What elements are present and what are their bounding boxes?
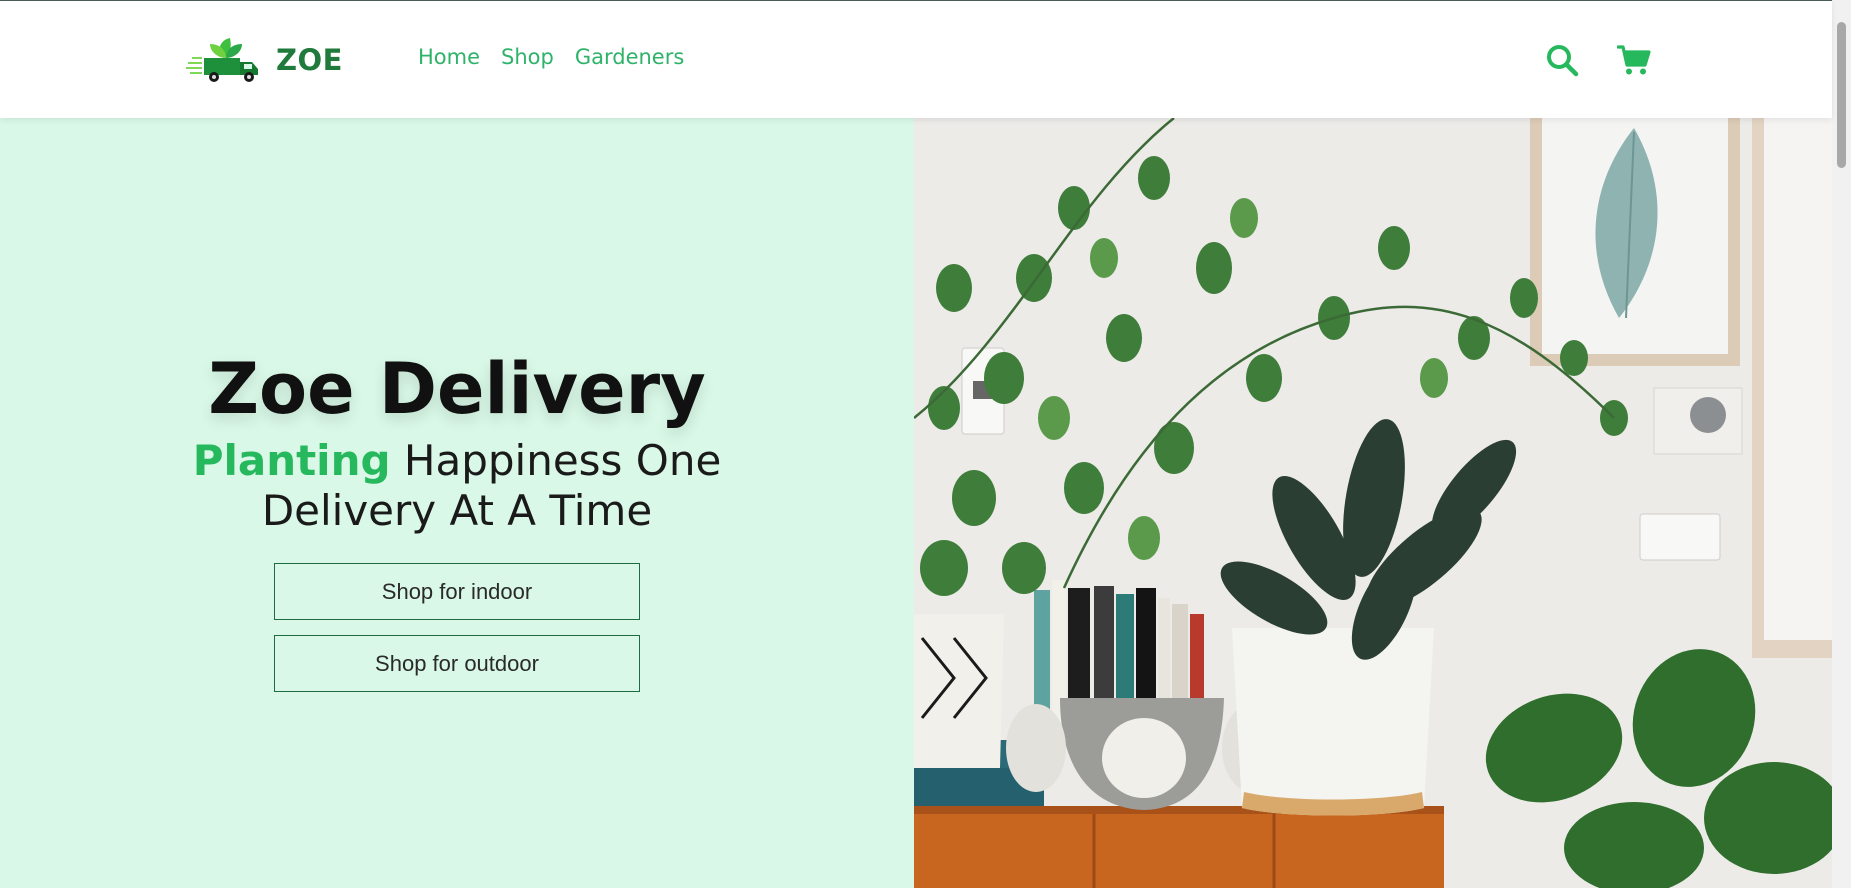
scrollbar-thumb[interactable] xyxy=(1837,22,1846,168)
hero-section: Zoe Delivery Planting Happiness One Deli… xyxy=(0,118,914,888)
brand-name: ZOE xyxy=(276,43,343,77)
brand-logo[interactable]: ZOE xyxy=(186,36,343,84)
hero-subtitle-accent: Planting xyxy=(192,436,391,485)
hero-subtitle: Planting Happiness One Delivery At A Tim… xyxy=(190,436,724,536)
search-icon xyxy=(1547,45,1579,77)
cart-button[interactable] xyxy=(1616,43,1651,77)
shop-outdoor-button[interactable]: Shop for outdoor xyxy=(274,635,640,692)
nav-link-gardeners[interactable]: Gardeners xyxy=(575,45,684,69)
nav-link-shop[interactable]: Shop xyxy=(501,45,554,69)
navbar: ZOE Home Shop Gardeners xyxy=(0,1,1832,118)
hero-image xyxy=(914,118,1832,888)
search-button[interactable] xyxy=(1545,43,1579,77)
cart-icon xyxy=(1616,45,1651,75)
plants-photo xyxy=(914,118,1832,888)
page-scrollbar[interactable] xyxy=(1832,0,1851,888)
nav-link-home[interactable]: Home xyxy=(418,45,480,69)
delivery-truck-leaf-logo-icon xyxy=(186,38,258,82)
hero-title: Zoe Delivery xyxy=(208,348,706,430)
main-nav: Home Shop Gardeners xyxy=(418,45,684,69)
shop-indoor-button[interactable]: Shop for indoor xyxy=(274,563,640,620)
